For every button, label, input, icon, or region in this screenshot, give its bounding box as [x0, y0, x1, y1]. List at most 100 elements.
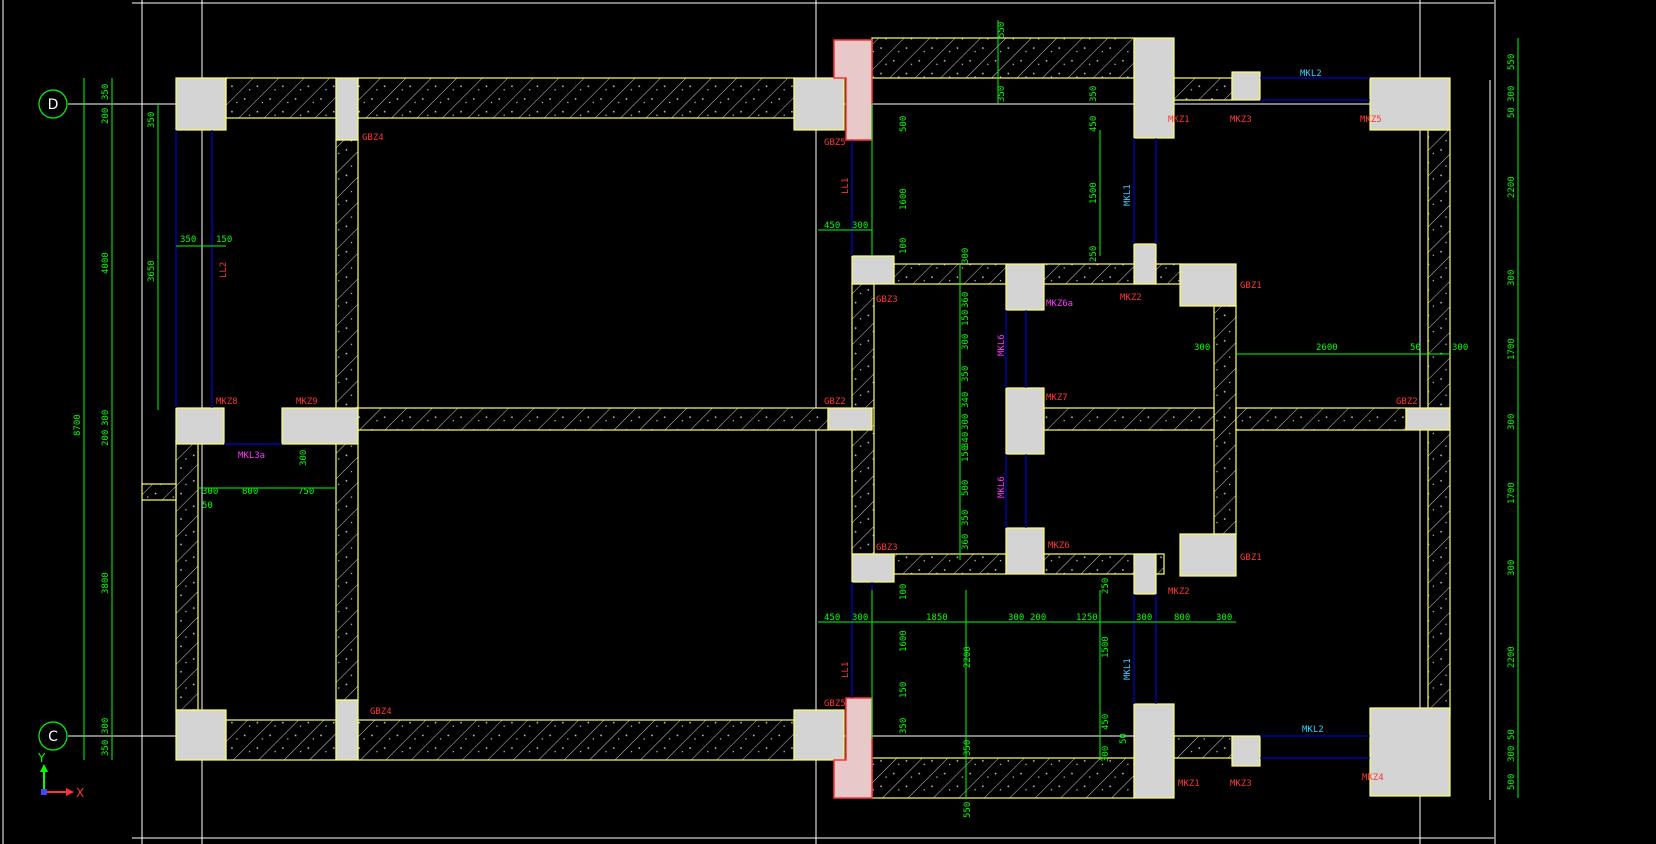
label-mkz1: MKZ1: [1168, 115, 1190, 125]
dim: 450: [1089, 116, 1099, 132]
label-gbz1: GBZ1: [1240, 281, 1262, 291]
dim: 300: [961, 334, 971, 350]
column: [1231, 71, 1261, 101]
column: [1133, 553, 1157, 595]
dim: 200: [101, 430, 111, 446]
wall-segment: [1173, 77, 1233, 101]
label-ll2: LL2: [219, 262, 229, 278]
column: [1005, 527, 1045, 575]
dim: 300: [1452, 343, 1468, 353]
wall-segment: [871, 757, 1135, 799]
wall-segment: [335, 429, 359, 701]
dim-left-total: 8700: [73, 414, 83, 436]
dim: 360: [961, 292, 971, 308]
label-gbz1: GBZ1: [1240, 553, 1262, 563]
column: [827, 407, 873, 431]
wall-segment: [1213, 305, 1237, 535]
dim: 500: [961, 480, 971, 496]
column: [851, 553, 895, 583]
dim: 200: [101, 108, 111, 124]
dim: 1850: [926, 613, 948, 623]
component-labels-red: GBZ4 GBZ5 MKZ8 MKZ9 GBZ2 GBZ4 GBZ5 GBZ3 …: [216, 115, 1418, 789]
dim: 250: [1101, 578, 1111, 594]
column: [851, 255, 895, 285]
dim: 250: [1089, 246, 1099, 262]
dim: 500: [899, 116, 909, 132]
dim: 300: [852, 221, 868, 231]
dim: 350: [101, 740, 111, 756]
column: [335, 77, 359, 141]
label-gbz2: GBZ2: [824, 397, 846, 407]
label-mkz4: MKZ4: [1362, 773, 1384, 783]
dim: 150: [899, 682, 909, 698]
label-mkz3: MKZ3: [1230, 115, 1252, 125]
dim: 300: [961, 414, 971, 430]
dim: 300: [1507, 746, 1517, 762]
dim: 450: [824, 613, 840, 623]
wall-segment: [357, 407, 829, 431]
dim: 300: [299, 450, 309, 466]
dim: 2200: [1507, 176, 1517, 198]
label-mkl6: MKL6: [997, 476, 1007, 498]
wall-segment: [225, 719, 337, 761]
wall-segment: [357, 719, 795, 761]
dim: 300: [1136, 613, 1152, 623]
label-mkl3a: MKL3a: [238, 451, 265, 461]
column: [175, 709, 227, 761]
column: [1179, 263, 1237, 307]
dim: 350: [147, 112, 157, 128]
dim: 300: [1507, 270, 1517, 286]
wall-segment: [1043, 263, 1181, 285]
label-gbz4: GBZ4: [370, 707, 392, 717]
column: [1231, 735, 1261, 767]
dim: 550: [997, 22, 1007, 38]
dim: 300: [1507, 414, 1517, 430]
dim: 350: [180, 235, 196, 245]
dim: 3800: [101, 572, 111, 594]
label-mkz7: MKZ7: [1046, 393, 1068, 403]
dim: 1500: [1101, 636, 1111, 658]
dim: 360: [961, 534, 971, 550]
dim: 1500: [1089, 182, 1099, 204]
label-mkl2: MKL2: [1300, 69, 1322, 79]
dim: 300: [1008, 613, 1024, 623]
wall-segment: [141, 483, 177, 501]
grid-axis-d[interactable]: D: [38, 89, 68, 119]
label-gbz3: GBZ3: [876, 543, 898, 553]
dim: 300: [1507, 86, 1517, 102]
wall-segment: [1427, 129, 1451, 409]
dim: 100: [899, 238, 909, 254]
wall-segment: [1235, 407, 1407, 431]
dim: 50: [1507, 107, 1517, 118]
dim: 150: [216, 235, 232, 245]
dim: 1700: [1507, 338, 1517, 360]
label-mkz6a: MKZ6a: [1046, 299, 1073, 309]
grid-axis-c-label: C: [48, 729, 58, 745]
label-mkz8: MKZ8: [216, 397, 238, 407]
dim: 50: [1507, 729, 1517, 740]
ucs-icon: Y X: [37, 751, 84, 800]
column: [175, 77, 227, 131]
dim: 300: [852, 613, 868, 623]
column: [1005, 387, 1045, 455]
ucs-y-label: Y: [37, 751, 46, 765]
grid-axis-c[interactable]: C: [38, 721, 68, 751]
label-gbz5: GBZ5: [824, 699, 846, 709]
dim: 350: [1089, 86, 1099, 102]
label-mkz2: MKZ2: [1168, 587, 1190, 597]
label-gbz2: GBZ2: [1396, 397, 1418, 407]
cad-drawing-canvas[interactable]: D C Y X GBZ4 GBZ5 MKZ8 MKZ9 GBZ2 GBZ4 GB…: [0, 0, 1656, 844]
dim: 450: [1101, 714, 1111, 730]
dim: 550: [963, 802, 973, 818]
label-gbz5: GBZ5: [824, 138, 846, 148]
dim: 300: [1101, 746, 1111, 762]
dim: 300: [961, 248, 971, 264]
column: [793, 77, 845, 131]
dim: 300: [101, 410, 111, 426]
label-mkl2: MKL2: [1302, 725, 1324, 735]
column: [1179, 533, 1237, 577]
dim: 50: [202, 501, 213, 511]
dim: 350: [899, 718, 909, 734]
wall-segment: [175, 439, 199, 711]
label-mkz3: MKZ3: [1230, 779, 1252, 789]
